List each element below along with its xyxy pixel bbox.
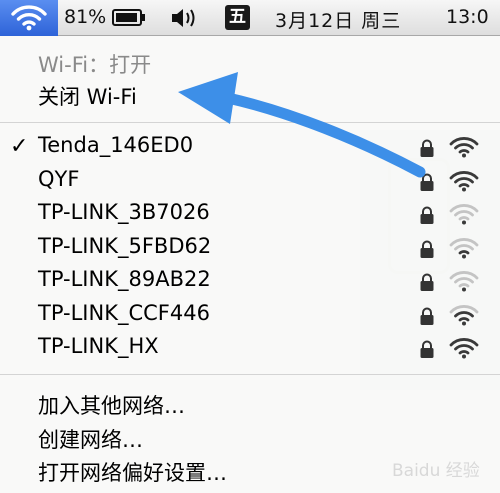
network-item[interactable]: QYF — [0, 165, 500, 198]
network-ssid: TP-LINK_CCF446 — [38, 300, 210, 325]
wifi-signal-icon — [449, 170, 479, 191]
speaker-volume-icon[interactable] — [170, 7, 198, 29]
network-item[interactable]: TP-LINK_89AB22 — [0, 265, 500, 298]
network-item[interactable]: TP-LINK_CCF446 — [0, 299, 500, 332]
wifi-status-label: Wi-Fi：打开 — [38, 53, 152, 77]
network-item[interactable]: TP-LINK_3B7026 — [0, 198, 500, 231]
battery-percentage: 81% — [64, 6, 107, 28]
menu-separator — [0, 122, 500, 123]
lock-icon — [420, 139, 434, 157]
checkmark-icon: ✓ — [10, 134, 29, 159]
lock-icon — [420, 173, 434, 191]
network-item[interactable]: TP-LINK_5FBD62 — [0, 232, 500, 265]
watermark: Baidu 经验 — [392, 461, 480, 481]
menubar-time[interactable]: 13:0 — [446, 6, 489, 28]
lock-icon — [420, 240, 434, 258]
network-ssid: Tenda_146ED0 — [38, 133, 194, 157]
network-ssid: TP-LINK_89AB22 — [38, 267, 211, 291]
network-item[interactable]: TP-LINK_HX — [0, 332, 500, 365]
network-ssid: TP-LINK_5FBD62 — [38, 233, 212, 258]
menu-bar: 81% 五 3月12日 周三 13:0 — [0, 0, 500, 36]
network-ssid: TP-LINK_HX — [38, 334, 159, 358]
join-other-network-item[interactable]: 加入其他网络… — [38, 390, 185, 420]
wifi-menu-button[interactable] — [0, 0, 58, 36]
turn-off-wifi-item[interactable]: 关闭 Wi-Fi — [38, 81, 137, 111]
network-ssid: QYF — [38, 166, 80, 191]
wifi-icon — [11, 5, 47, 31]
wifi-signal-icon — [449, 204, 479, 225]
lock-icon — [420, 206, 434, 224]
network-ssid: TP-LINK_3B7026 — [38, 200, 210, 224]
lock-icon — [420, 307, 434, 325]
wifi-signal-icon — [449, 237, 479, 258]
wifi-dropdown-menu: Wi-Fi：打开 关闭 Wi-Fi ✓ Tenda_146ED0 QYF TP-LIN… — [0, 36, 500, 493]
wifi-signal-icon — [449, 338, 479, 359]
open-network-preferences-item[interactable]: 打开网络偏好设置… — [38, 457, 227, 487]
create-network-item[interactable]: 创建网络… — [38, 424, 143, 454]
lock-icon — [420, 340, 434, 358]
battery-icon[interactable] — [112, 9, 146, 26]
screenshot: 81% 五 3月12日 周三 13:0 Wi-Fi：打开 关闭 Wi-Fi ✓ T… — [0, 0, 500, 493]
wifi-signal-icon — [449, 271, 479, 292]
input-method-icon[interactable]: 五 — [225, 5, 250, 30]
menu-separator — [0, 374, 500, 375]
network-item[interactable]: ✓ Tenda_146ED0 — [0, 131, 500, 164]
wifi-signal-icon — [449, 304, 479, 325]
menubar-date[interactable]: 3月12日 周三 — [275, 6, 401, 33]
wifi-signal-icon — [449, 137, 479, 158]
lock-icon — [420, 273, 434, 291]
